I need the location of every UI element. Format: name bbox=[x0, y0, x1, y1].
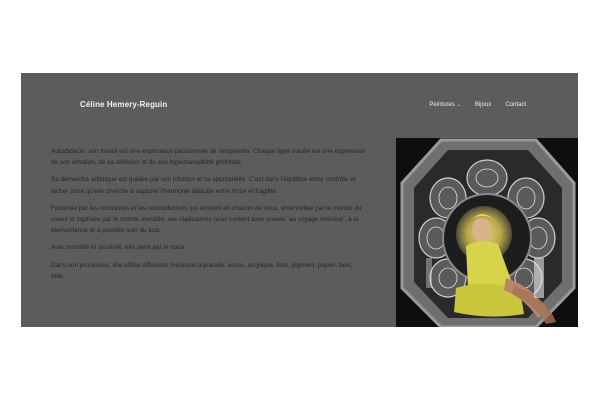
main-nav: Peintures ⌄ Bijoux Contact bbox=[429, 102, 526, 108]
nav-item-bijoux[interactable]: Bijoux bbox=[475, 102, 491, 108]
chevron-down-icon: ⌄ bbox=[456, 101, 461, 108]
nav-item-label: Peintures bbox=[429, 102, 455, 108]
paragraph: Fascinée par les contrastes et les contr… bbox=[51, 204, 362, 235]
nav-item-contact[interactable]: Contact bbox=[505, 102, 526, 108]
paragraph: Dans son processus, elle utilise différe… bbox=[51, 261, 353, 280]
paragraph: Avec humilité et sincérité, elle peint p… bbox=[51, 244, 187, 252]
site-title[interactable]: Céline Hemery-Reguin bbox=[80, 100, 167, 109]
paragraph: Autodidacte, son travail est une explora… bbox=[51, 148, 366, 167]
artwork-image bbox=[396, 138, 578, 327]
paragraph: Sa démarche artistique est guidée par so… bbox=[51, 176, 356, 195]
site-window: Céline Hemery-Reguin Peintures ⌄ Bijoux … bbox=[21, 73, 578, 327]
nav-item-label: Bijoux bbox=[474, 102, 492, 108]
nav-item-peintures[interactable]: Peintures ⌄ bbox=[429, 102, 461, 108]
nav-item-label: Contact bbox=[505, 102, 526, 108]
intro-text: Autodidacte, son travail est une explora… bbox=[51, 146, 371, 288]
artwork-illustration bbox=[396, 138, 578, 327]
